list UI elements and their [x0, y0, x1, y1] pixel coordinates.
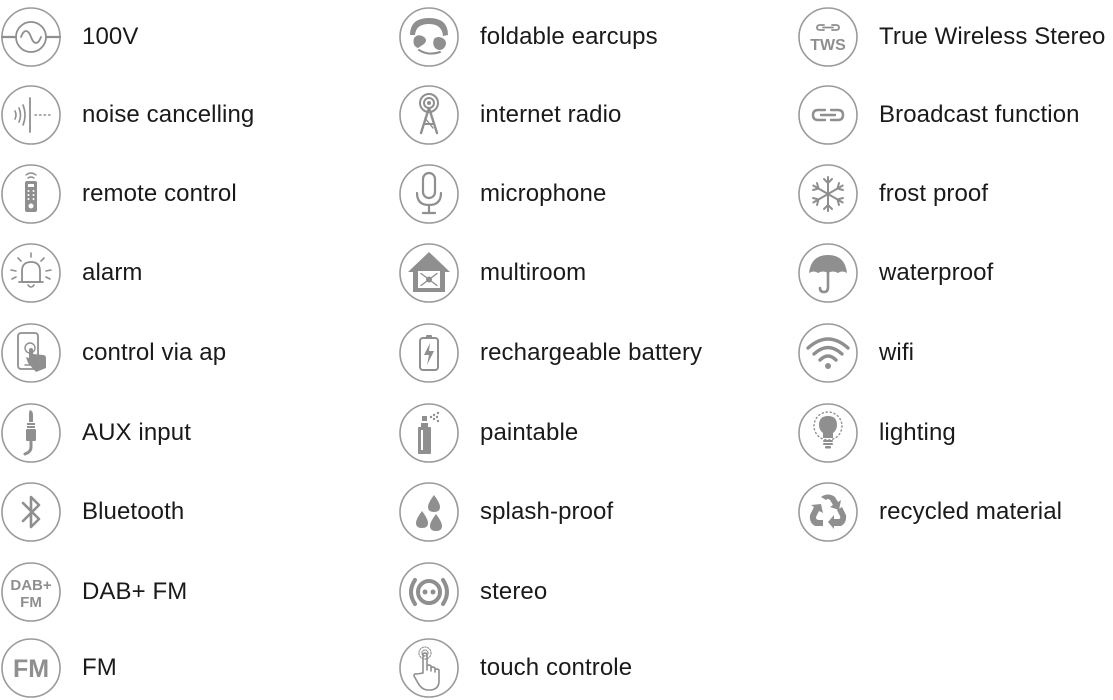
battery-icon	[399, 323, 459, 383]
feature-microphone: microphone	[398, 163, 728, 225]
feature-frost-proof: frost proof	[797, 163, 1113, 225]
feature-label: foldable earcups	[480, 23, 658, 50]
wifi-icon	[798, 323, 858, 383]
feature-label: DAB+ FM	[82, 578, 188, 605]
fm-icon-text: FM	[13, 655, 49, 683]
feature-label: frost proof	[879, 180, 989, 207]
light-bulb-icon	[798, 403, 858, 463]
microphone-icon	[399, 164, 459, 224]
feature-label: lighting	[879, 419, 956, 446]
feature-label: 100V	[82, 23, 139, 50]
multiroom-house-icon	[399, 243, 459, 303]
ac-voltage-icon	[0, 7, 62, 67]
feature-label: stereo	[480, 578, 548, 605]
feature-bluetooth: Bluetooth	[0, 481, 330, 543]
feature-true-wireless-stereo: TWS True Wireless Stereo	[797, 6, 1113, 68]
noise-cancelling-icon	[1, 85, 61, 145]
tws-icon: TWS	[798, 7, 858, 67]
feature-label: alarm	[82, 259, 143, 286]
headphones-icon	[399, 7, 459, 67]
bluetooth-icon	[1, 482, 61, 542]
feature-aux-input: AUX input	[0, 402, 330, 464]
feature-label: Broadcast function	[879, 101, 1080, 128]
feature-lighting: lighting	[797, 402, 1113, 464]
feature-label: microphone	[480, 180, 607, 207]
feature-rechargeable-battery: rechargeable battery	[398, 322, 728, 384]
feature-label: Bluetooth	[82, 498, 185, 525]
feature-dab-fm: DAB+ FM DAB+ FM	[0, 561, 330, 623]
feature-label: remote control	[82, 180, 237, 207]
feature-label: AUX input	[82, 419, 191, 446]
feature-splash-proof: splash-proof	[398, 481, 728, 543]
feature-label: internet radio	[480, 101, 622, 128]
feature-label: paintable	[480, 419, 579, 446]
feature-stereo: stereo	[398, 561, 728, 623]
radio-tower-icon	[399, 85, 459, 145]
snowflake-icon	[798, 164, 858, 224]
feature-paintable: paintable	[398, 402, 728, 464]
water-drops-icon	[399, 482, 459, 542]
feature-label: touch controle	[480, 654, 633, 681]
umbrella-icon	[798, 243, 858, 303]
dab-icon-text: DAB+	[10, 577, 51, 594]
feature-recycled-material: recycled material	[797, 481, 1113, 543]
feature-label: noise cancelling	[82, 101, 255, 128]
link-icon	[798, 85, 858, 145]
feature-label: splash-proof	[480, 498, 614, 525]
feature-multiroom: multiroom	[398, 242, 728, 304]
touch-hand-icon	[399, 638, 459, 698]
feature-control-via-app: control via ap	[0, 322, 330, 384]
feature-wifi: wifi	[797, 322, 1113, 384]
feature-label: recycled material	[879, 498, 1063, 525]
feature-label: multiroom	[480, 259, 587, 286]
feature-noise-cancelling: noise cancelling	[0, 84, 330, 146]
feature-100v: 100V	[0, 6, 330, 68]
recycle-icon	[798, 482, 858, 542]
spray-can-icon	[399, 403, 459, 463]
feature-label: True Wireless Stereo	[879, 23, 1106, 50]
alarm-icon	[1, 243, 61, 303]
tws-icon-text: TWS	[810, 37, 846, 54]
feature-waterproof: waterproof	[797, 242, 1113, 304]
feature-internet-radio: internet radio	[398, 84, 728, 146]
feature-touch-control: touch controle	[398, 637, 728, 699]
feature-alarm: alarm	[0, 242, 330, 304]
feature-label: rechargeable battery	[480, 339, 703, 366]
feature-fm: FM FM	[0, 637, 330, 699]
feature-foldable-earcups: foldable earcups	[398, 6, 728, 68]
phone-touch-icon	[1, 323, 61, 383]
remote-control-icon	[1, 164, 61, 224]
dab-fm-icon: DAB+ FM	[1, 562, 61, 622]
fm-icon: FM	[1, 638, 61, 698]
feature-label: control via ap	[82, 339, 227, 366]
stereo-icon	[399, 562, 459, 622]
feature-label: wifi	[879, 339, 915, 366]
feature-broadcast-function: Broadcast function	[797, 84, 1113, 146]
feature-label: FM	[82, 654, 117, 681]
fm-icon-small-text: FM	[20, 594, 42, 611]
aux-jack-icon	[1, 403, 61, 463]
feature-label: waterproof	[879, 259, 994, 286]
feature-remote-control: remote control	[0, 163, 330, 225]
